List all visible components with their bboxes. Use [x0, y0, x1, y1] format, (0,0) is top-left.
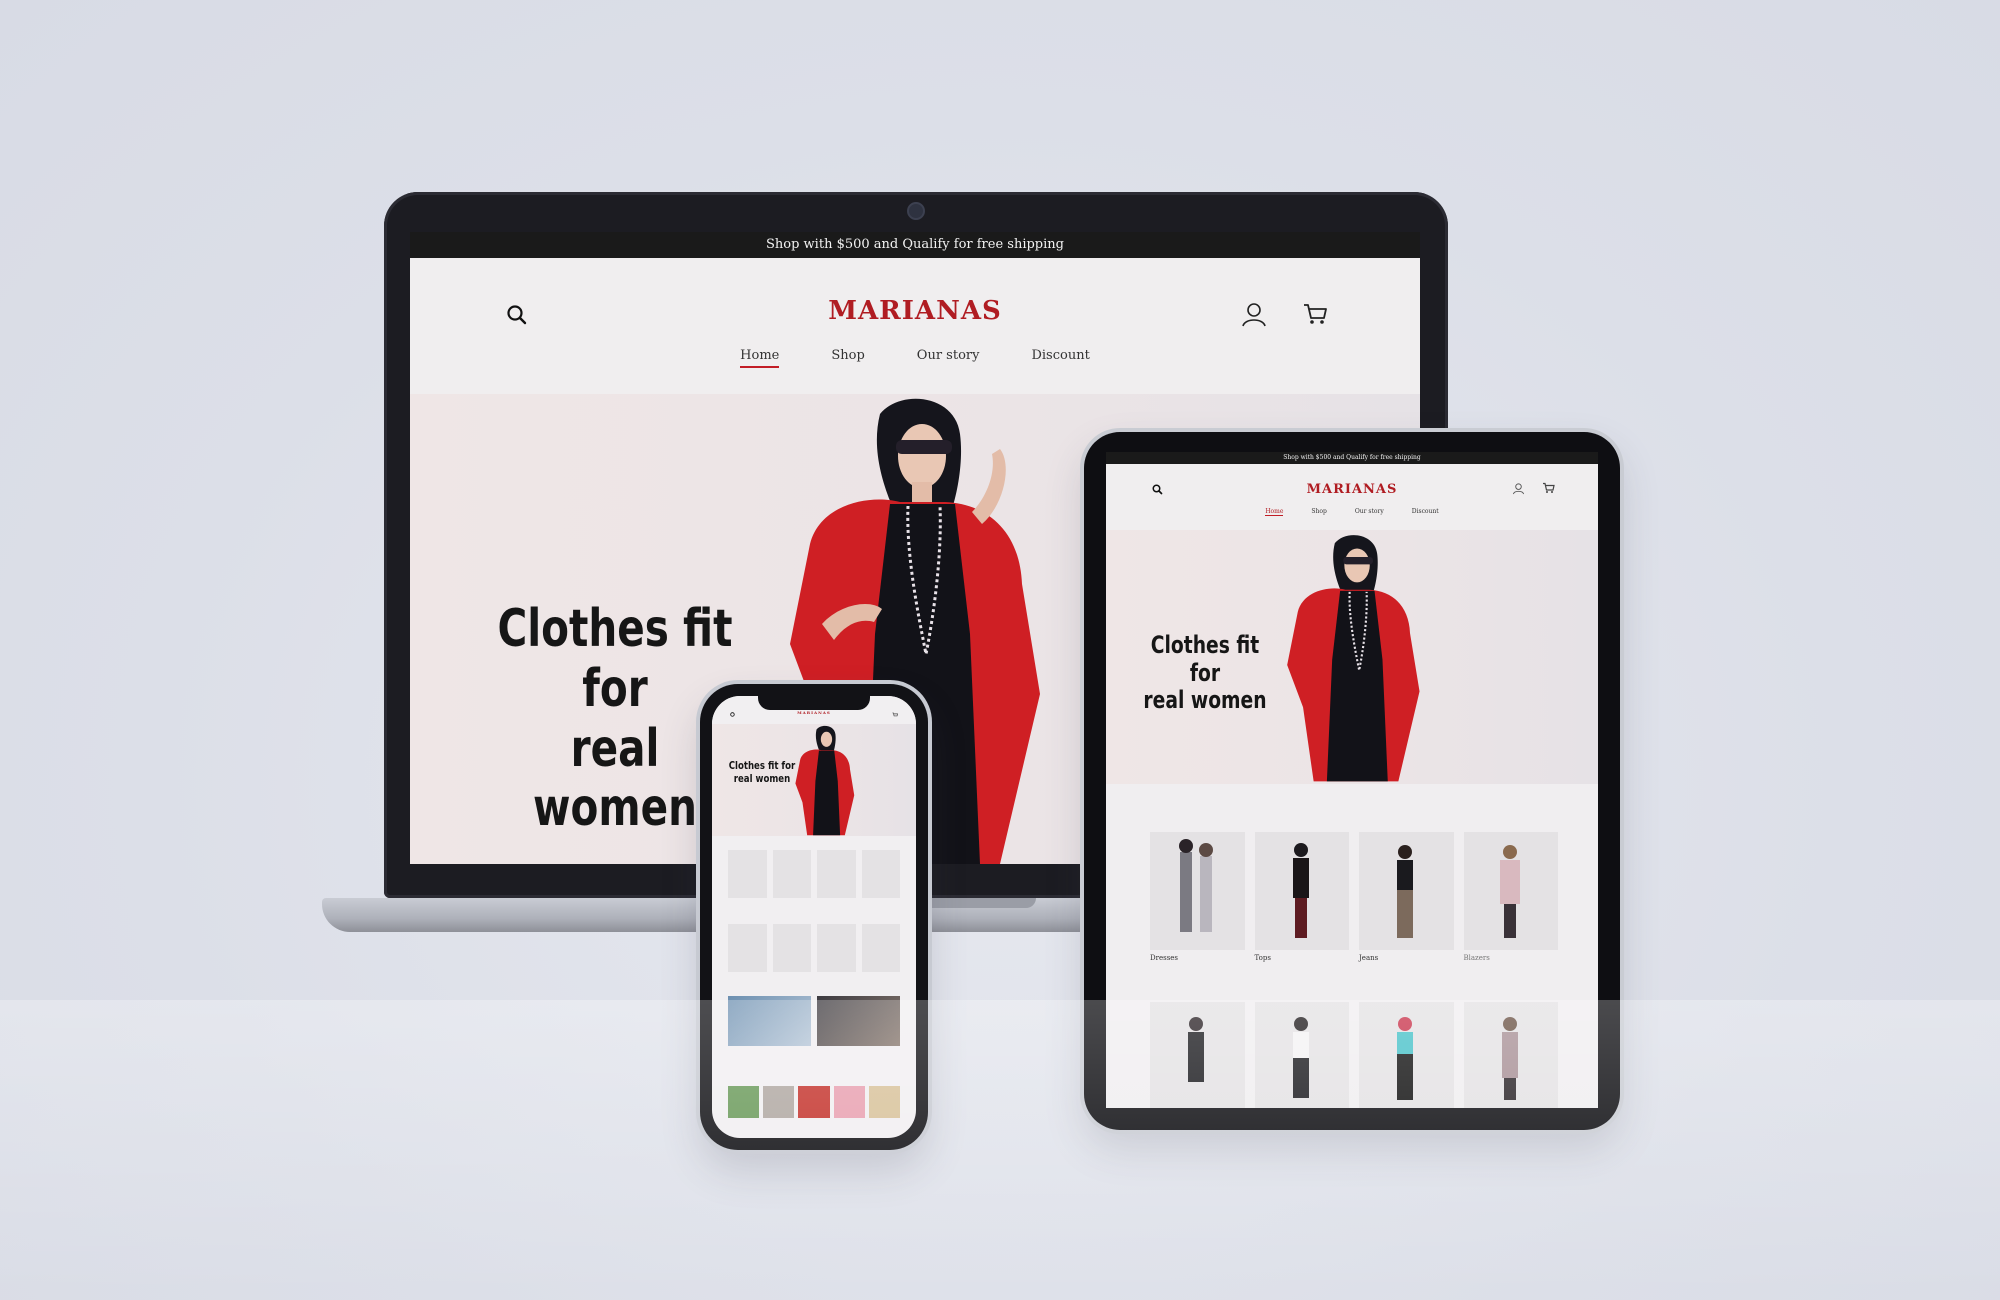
tablet-site-header: MARIANAS Home Shop Our story Discount [1106, 464, 1598, 530]
tablet-nav-our-story[interactable]: Our story [1355, 508, 1384, 516]
phone-notch [758, 696, 870, 710]
cart-icon[interactable] [1302, 302, 1328, 326]
category-card-jeans[interactable]: Jeans [1359, 832, 1454, 962]
category-label-jeans: Jeans [1359, 954, 1379, 962]
tablet-hero-line-1: Clothes fit for [1150, 631, 1260, 687]
tablet-nav-shop[interactable]: Shop [1311, 508, 1326, 516]
tablet-promo-bar: Shop with $500 and Qualify for free ship… [1106, 452, 1598, 464]
tablet-hero-model-image [1287, 535, 1420, 782]
category-card-dresses[interactable]: Dresses [1150, 832, 1245, 962]
nav-shop[interactable]: Shop [831, 348, 864, 368]
camera-icon [907, 202, 925, 220]
tablet-nav-home[interactable]: Home [1265, 508, 1284, 516]
phone-category-card[interactable] [772, 850, 811, 898]
phone-category-card[interactable] [772, 924, 811, 972]
category-label-dresses: Dresses [1150, 954, 1179, 962]
category-card-tops[interactable]: Tops [1254, 832, 1349, 962]
phone-header-bar: MARIANAS [712, 710, 916, 724]
phone-category-card[interactable] [861, 924, 900, 972]
nav-home[interactable]: Home [740, 348, 780, 368]
main-nav: Home Shop Our story Discount [410, 348, 1420, 368]
category-card-blazers[interactable]: Blazers [1463, 832, 1558, 962]
promo-bar: Shop with $500 and Qualify for free ship… [410, 232, 1420, 258]
phone-category-grid [728, 850, 900, 972]
floor-reflection [0, 1000, 2000, 1300]
phone-hero-banner: Clothes fit for real women [712, 724, 916, 836]
nav-our-story[interactable]: Our story [917, 348, 980, 368]
tablet-hero-headline: Clothes fit for real women [1139, 631, 1272, 715]
phone-brand-logo[interactable]: MARIANAS [712, 710, 916, 715]
phone-cart-icon[interactable] [892, 712, 898, 718]
phone-category-card[interactable] [817, 850, 856, 898]
tablet-hero-banner: Clothes fit for real women [1106, 530, 1598, 784]
category-label-blazers: Blazers [1463, 954, 1490, 962]
tablet-hero-line-2: real women [1143, 686, 1267, 715]
phone-hero-model-image [795, 725, 855, 836]
tablet-category-grid: Dresses Tops Jeans Blazers [1150, 832, 1558, 962]
tablet-user-icon[interactable] [1512, 482, 1525, 495]
tablet-main-nav: Home Shop Our story Discount [1106, 508, 1598, 516]
nav-discount[interactable]: Discount [1031, 348, 1089, 368]
user-icon[interactable] [1240, 300, 1268, 328]
phone-category-card[interactable] [817, 924, 856, 972]
category-label-tops: Tops [1254, 954, 1271, 962]
promo-text: Shop with $500 and Qualify for free ship… [766, 237, 1064, 252]
site-header: MARIANAS Home Shop Our story Discount [410, 258, 1420, 394]
tablet-promo-text: Shop with $500 and Qualify for free ship… [1283, 454, 1421, 461]
device-mockup-scene: Shop with $500 and Qualify for free ship… [0, 0, 2000, 1300]
tablet-cart-icon[interactable] [1542, 482, 1555, 494]
phone-category-card[interactable] [728, 924, 767, 972]
phone-category-card[interactable] [728, 850, 767, 898]
phone-category-card[interactable] [861, 850, 900, 898]
brand-logo[interactable]: MARIANAS [410, 296, 1420, 326]
tablet-nav-discount[interactable]: Discount [1412, 508, 1439, 516]
